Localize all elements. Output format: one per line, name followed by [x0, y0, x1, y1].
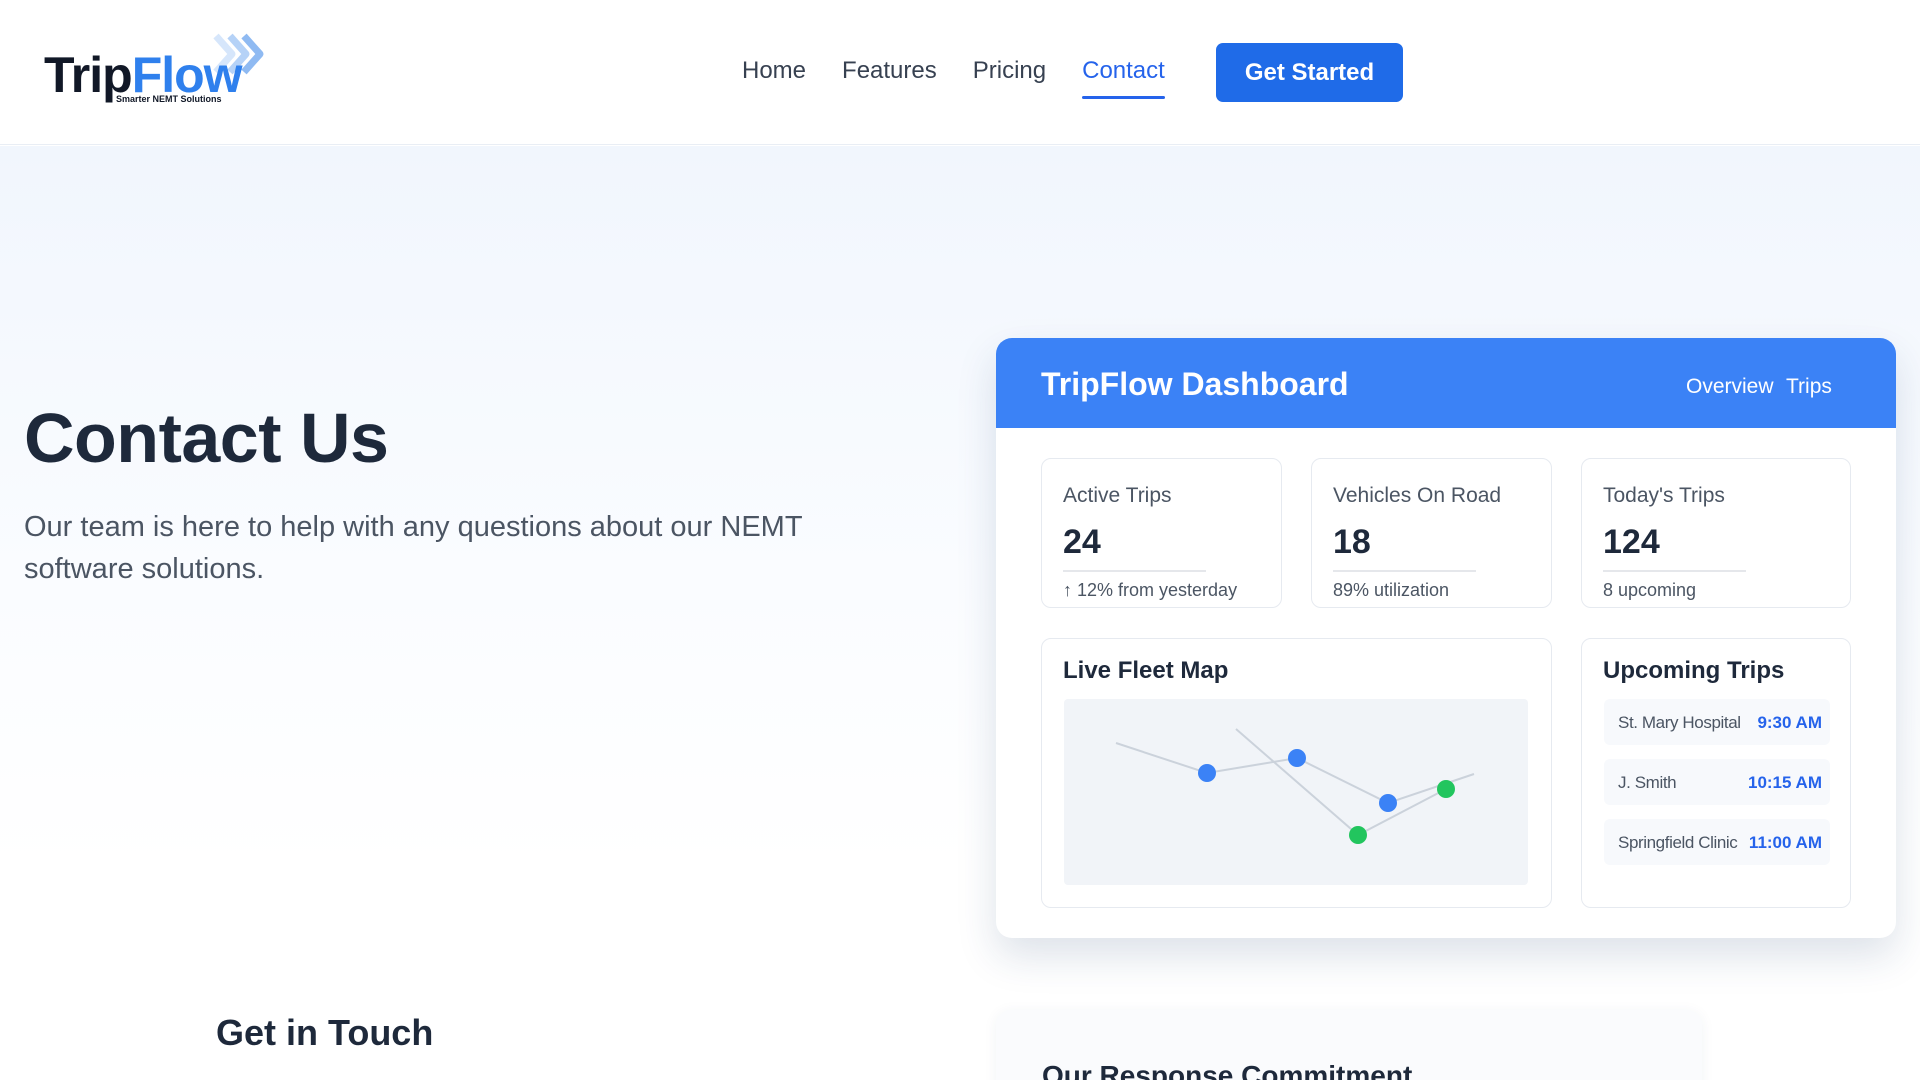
trip-name: St. Mary Hospital [1618, 713, 1741, 732]
stat-label: Today's Trips [1603, 484, 1725, 507]
stat-value: 18 [1333, 523, 1371, 561]
stat-card-vehicles-on-road: Vehicles On Road 18 89% utilization [1311, 458, 1552, 608]
hero-section: Contact Us Our team is here to help with… [0, 146, 1920, 938]
tab-overview[interactable]: Overview [1686, 375, 1774, 399]
trip-time: 9:30 AM [1757, 713, 1822, 732]
main-nav: Home Features Pricing Contact [742, 54, 1201, 99]
stat-card-active-trips: Active Trips 24 ↑ 12% from yesterday [1041, 458, 1282, 608]
vehicle-marker[interactable] [1437, 780, 1455, 798]
route-line [1235, 728, 1447, 837]
tab-trips[interactable]: Trips [1786, 375, 1832, 399]
page-title: Contact Us [24, 399, 389, 477]
stat-value: 124 [1603, 523, 1660, 561]
vehicle-marker[interactable] [1198, 764, 1216, 782]
vehicle-marker[interactable] [1379, 794, 1397, 812]
stat-value: 24 [1063, 523, 1101, 561]
stat-note: 89% utilization [1333, 580, 1450, 600]
trip-name: J. Smith [1618, 773, 1677, 792]
vehicle-marker[interactable] [1349, 826, 1367, 844]
logo-tagline: Smarter NEMT Solutions [116, 94, 222, 104]
stat-note: 8 upcoming [1603, 580, 1697, 600]
dashboard-title: TripFlow Dashboard [1041, 366, 1349, 402]
nav-link-pricing[interactable]: Pricing [973, 57, 1046, 91]
response-commitment-heading: Our Response Commitment [1042, 1060, 1413, 1080]
logo-wordmark: TripFlow [44, 50, 243, 100]
panel-title: Live Fleet Map [1063, 657, 1229, 684]
divider [1603, 570, 1746, 572]
stat-note: ↑ 12% from yesterday [1063, 580, 1238, 600]
hero-subtitle: Our team is here to help with any questi… [24, 511, 803, 585]
get-started-button[interactable]: Get Started [1216, 43, 1403, 102]
vehicle-marker[interactable] [1288, 749, 1306, 767]
nav-link-contact[interactable]: Contact [1082, 57, 1165, 99]
nav-link-home[interactable]: Home [742, 57, 806, 91]
response-commitment-card: Our Response Commitment [996, 1010, 1702, 1080]
nav-link-features[interactable]: Features [842, 57, 937, 91]
divider [1333, 570, 1476, 572]
list-item[interactable]: J. Smith 10:15 AM [1604, 759, 1830, 805]
stat-label: Active Trips [1063, 484, 1172, 507]
upcoming-trips-panel: Upcoming Trips St. Mary Hospital 9:30 AM… [1581, 638, 1851, 908]
fleet-map[interactable] [1064, 699, 1528, 885]
tripflow-logo[interactable]: TripFlow Smarter NEMT Solutions [44, 32, 264, 112]
stat-card-todays-trips: Today's Trips 124 8 upcoming [1581, 458, 1851, 608]
list-item[interactable]: St. Mary Hospital 9:30 AM [1604, 699, 1830, 745]
dashboard-preview: TripFlow Dashboard Overview Trips Active… [996, 338, 1896, 938]
trip-name: Springfield Clinic [1618, 833, 1738, 852]
get-in-touch-heading: Get in Touch [216, 1012, 434, 1053]
stat-label: Vehicles On Road [1333, 484, 1502, 507]
dashboard-header: TripFlow Dashboard Overview Trips [996, 338, 1896, 428]
list-item[interactable]: Springfield Clinic 11:00 AM [1604, 819, 1830, 865]
live-fleet-map-panel: Live Fleet Map [1041, 638, 1552, 908]
trip-time: 10:15 AM [1747, 773, 1822, 792]
site-header: TripFlow Smarter NEMT Solutions Home Fea… [0, 0, 1920, 145]
trip-time: 11:00 AM [1748, 833, 1822, 852]
divider [1063, 570, 1206, 572]
panel-title: Upcoming Trips [1603, 657, 1785, 684]
